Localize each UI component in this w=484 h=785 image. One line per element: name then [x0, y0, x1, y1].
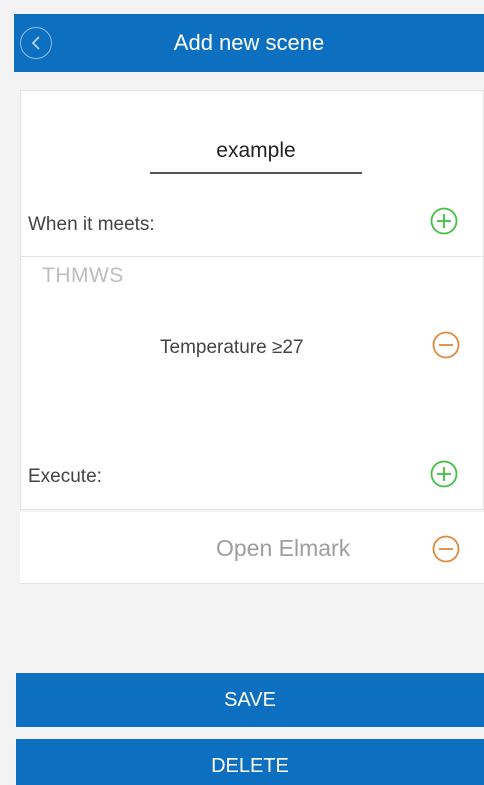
page-title: Add new scene [173, 30, 325, 55]
delete-button[interactable]: DELETE [16, 739, 484, 785]
save-button[interactable]: SAVE [16, 673, 484, 727]
back-button[interactable] [20, 27, 52, 59]
action-item: Open Elmark [216, 535, 351, 561]
condition-item: Temperature ≥27 [160, 337, 304, 358]
condition-device-name: THMWS [42, 264, 124, 287]
remove-action-icon[interactable] [432, 535, 460, 563]
scene-name-input[interactable] [150, 130, 362, 174]
remove-condition-icon[interactable] [432, 331, 460, 359]
divider [20, 256, 484, 257]
add-condition-icon[interactable] [430, 207, 458, 235]
chevron-left-icon [31, 36, 40, 50]
app-header: Add new scene [14, 14, 484, 72]
execute-label: Execute: [28, 466, 102, 487]
add-action-icon[interactable] [430, 460, 458, 488]
conditions-label: When it meets: [28, 214, 155, 235]
